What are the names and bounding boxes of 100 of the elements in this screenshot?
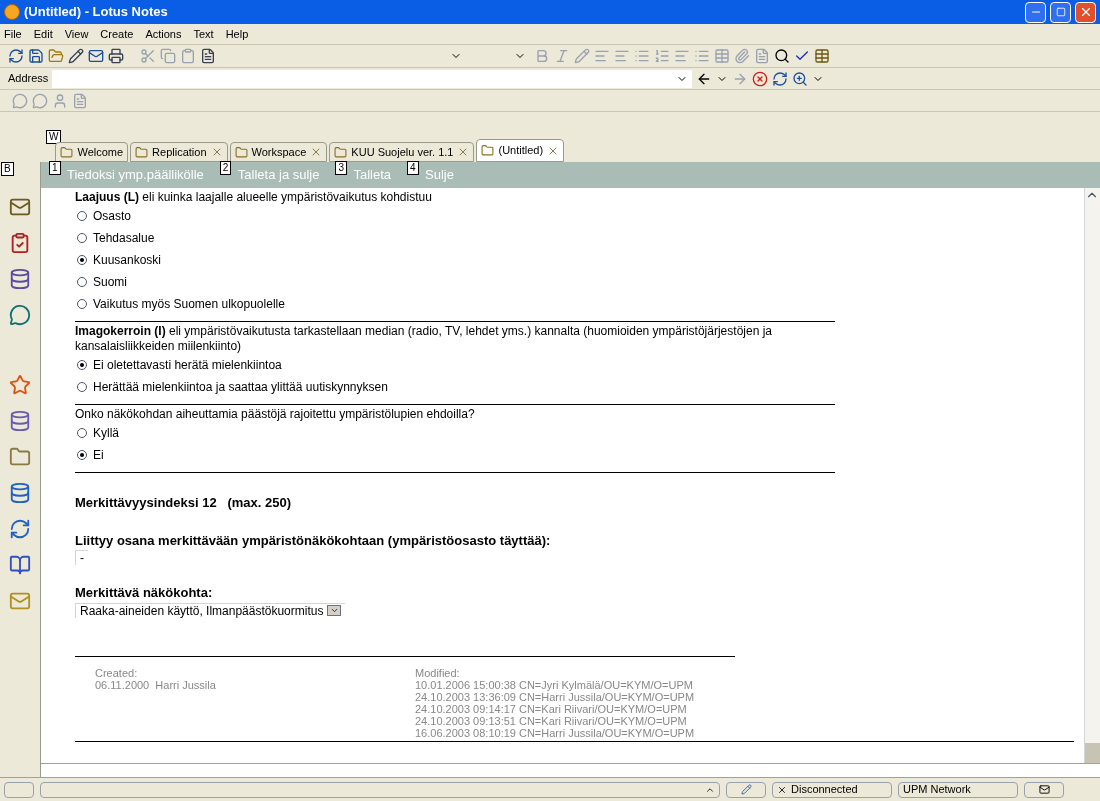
- menu-item[interactable]: Edit: [33, 25, 53, 43]
- created-label: Created:: [95, 666, 139, 679]
- modified-entry: 24.10.2003 09:14:17 CN=Kari Riivari/OU=KYM/O=UPM: [415, 702, 688, 715]
- refresh-icon[interactable]: [8, 48, 24, 64]
- clipboard-icon[interactable]: [9, 232, 31, 254]
- modified-entry: 16.06.2003 08:10:19 CN=Harri Jussila/OU=KYM/O=UPM: [415, 726, 695, 739]
- location-status[interactable]: UPM Network: [898, 781, 1018, 798]
- radio-label: Vaikutus myös Suomen ulkopuolelle: [93, 296, 285, 313]
- question-text: Onko näkökohdan aiheuttamia päästöjä rajoitettu ympäristölupien ehdoilla?: [75, 407, 476, 422]
- tab-icon: [135, 145, 149, 159]
- database-icon[interactable]: [9, 268, 31, 290]
- tab[interactable]: Welcome: [55, 142, 129, 162]
- paperclip-icon[interactable]: [734, 48, 750, 64]
- bullet-list-icon[interactable]: [634, 48, 650, 64]
- close-button[interactable]: [1075, 1, 1096, 23]
- person-icon[interactable]: [52, 92, 68, 109]
- modified-label: Modified:: [415, 666, 461, 679]
- radio-label: Osasto: [93, 208, 131, 225]
- align-icon[interactable]: [674, 48, 690, 64]
- envelope-icon[interactable]: [9, 590, 31, 612]
- shortcut-badge: 4: [407, 161, 419, 176]
- shortcut-badge: 2: [219, 161, 232, 176]
- search-icon[interactable]: [792, 70, 809, 87]
- modified-entry: 24.10.2003 13:36:09 CN=Harri Jussila/OU=KYM/O=UPM: [415, 690, 695, 703]
- tab-label: KUU Suojelu ver. 1.1: [351, 144, 454, 160]
- tab[interactable]: Replication: [130, 142, 228, 162]
- restore-icon: [1055, 7, 1066, 17]
- radio-label: Kuusankoski: [93, 252, 162, 269]
- menu-item[interactable]: File: [4, 25, 22, 43]
- tab[interactable]: (Untitled): [476, 139, 565, 162]
- address-label: Address: [8, 71, 49, 87]
- radio-label: Tehdasalue: [93, 230, 155, 247]
- mail-status-icon[interactable]: [1024, 781, 1064, 798]
- shortcut-badge: 3: [335, 161, 348, 176]
- mail-icon[interactable]: [9, 196, 31, 218]
- field-label: Liittyy osana merkittävään ympäristönäkökohtaan (ympäristöosasto täyttää):: [75, 531, 552, 550]
- cut-icon[interactable]: [140, 48, 156, 64]
- menu-item[interactable]: Text: [193, 25, 214, 43]
- mail-icon[interactable]: [88, 48, 104, 64]
- x-icon: [777, 784, 787, 795]
- italic-icon[interactable]: [554, 48, 570, 64]
- folder-icon[interactable]: [9, 446, 31, 468]
- indent-icon[interactable]: [594, 48, 610, 64]
- radio-label: Ei: [93, 447, 104, 464]
- scrollbar[interactable]: [1084, 188, 1100, 763]
- refresh-icon[interactable]: [772, 70, 789, 87]
- save-icon[interactable]: [28, 48, 44, 64]
- field-label: Merkittävä näkökohta:: [75, 584, 214, 602]
- outdent-icon[interactable]: [614, 48, 630, 64]
- document-icon[interactable]: [200, 48, 216, 64]
- question-text: Laajuus (L) eli kuinka laajalle alueelle ympäristövaikutus kohdistuu: [75, 190, 433, 205]
- status-panel: [4, 781, 34, 798]
- bold-icon[interactable]: [534, 48, 550, 64]
- menu-item[interactable]: Create: [100, 25, 134, 43]
- radio-label: Herättää mielenkiintoa ja saattaa ylittää uutiskynnyksen: [93, 379, 388, 396]
- app-logo-icon: [4, 4, 20, 20]
- question-text: Imagokerroin (I) eli ympäristövaikutusta tarkastellaan median (radio, TV, lehdet yms.) kannalta (huomioiden ympäristöjärjestöjen ja kansalaisliikkeiden miilenkiinto): [75, 324, 773, 354]
- book-icon[interactable]: [9, 554, 31, 576]
- speech-bubble-icon[interactable]: [12, 92, 28, 109]
- window-title: (Untitled) - Lotus Notes: [24, 3, 169, 22]
- restore-button[interactable]: [1050, 1, 1071, 23]
- copy-icon[interactable]: [160, 48, 176, 64]
- radio-label: Suomi: [93, 274, 127, 291]
- minimize-button[interactable]: [1025, 1, 1046, 23]
- tab-icon: [60, 145, 74, 159]
- tab[interactable]: KUU Suojelu ver. 1.1: [329, 142, 475, 162]
- input-field[interactable]: Raaka-aineiden käyttö, Ilmanpäästökuormitus: [75, 602, 346, 618]
- highlight-icon[interactable]: [574, 48, 590, 64]
- tab-label: Replication: [152, 144, 207, 160]
- chat-icon[interactable]: [9, 304, 31, 326]
- scroll-thumb[interactable]: [1085, 743, 1100, 763]
- database-icon[interactable]: [9, 410, 31, 432]
- modified-entry: 10.01.2006 15:00:38 CN=Jyri Kylmälä/OU=KYM/O=UPM: [415, 678, 694, 691]
- index-text: Merkittävyysindeksi 12 (max. 250): [75, 494, 293, 512]
- stop-icon[interactable]: [752, 70, 769, 87]
- modified-entry: 24.10.2003 09:13:51 CN=Kari Riivari/OU=KYM/O=UPM: [415, 714, 688, 727]
- menu-item[interactable]: Actions: [145, 25, 182, 43]
- tab-label: (Untitled): [498, 143, 544, 159]
- shortcut-badge: 1: [49, 161, 61, 176]
- dropdown-button[interactable]: [327, 605, 342, 616]
- numbered-list-icon[interactable]: [654, 48, 670, 64]
- input-field[interactable]: -: [75, 550, 88, 565]
- speech-bubbles-icon[interactable]: [32, 92, 48, 109]
- printer-icon[interactable]: [108, 48, 124, 64]
- address-field[interactable]: [52, 69, 693, 88]
- shortcut-badge: W: [46, 130, 62, 144]
- radio-label: Ei oletettavasti herätä mielenkiintoa: [93, 357, 282, 374]
- star-icon[interactable]: [9, 374, 31, 396]
- radio-label: Kyllä: [93, 425, 119, 442]
- pencil-icon[interactable]: [68, 48, 84, 64]
- menu-item[interactable]: View: [64, 25, 89, 43]
- database-icon[interactable]: [9, 482, 31, 504]
- menu-item[interactable]: Help: [225, 25, 249, 43]
- tab-label: Workspace: [251, 144, 307, 160]
- caret-icon: [329, 606, 339, 615]
- connection-status[interactable]: Disconnected: [772, 781, 892, 798]
- tab-icon: [234, 145, 248, 159]
- tab-icon: [481, 144, 495, 157]
- tab-icon: [334, 145, 348, 159]
- tab[interactable]: Workspace: [229, 142, 328, 162]
